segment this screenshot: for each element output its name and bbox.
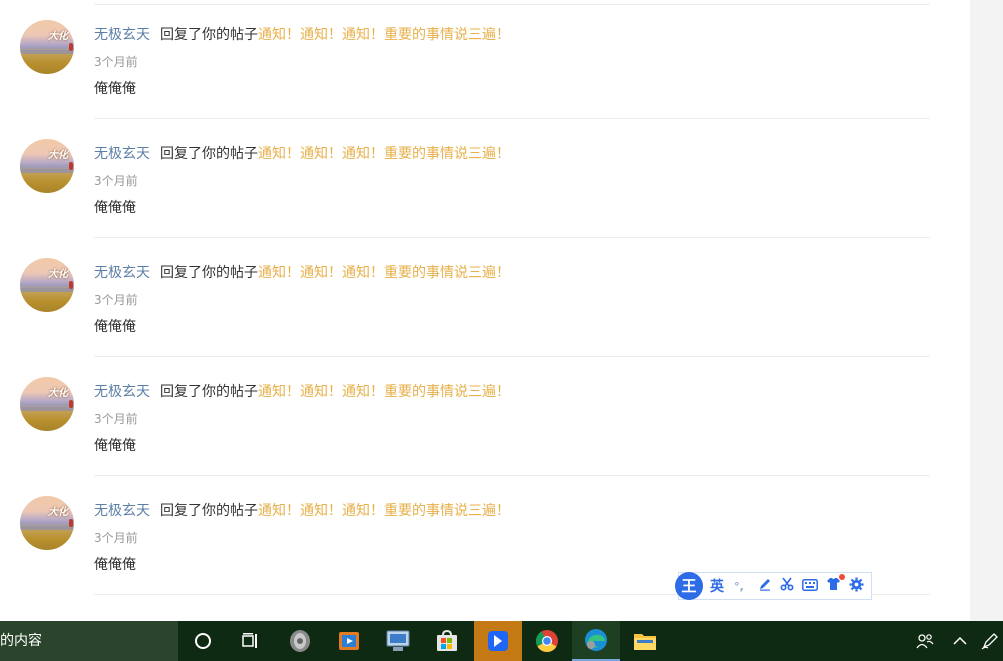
shirt-icon[interactable] — [823, 577, 843, 597]
task-view-icon[interactable] — [227, 621, 275, 661]
reply-content: 俺俺俺 — [94, 319, 136, 335]
media-player-icon[interactable] — [276, 621, 324, 661]
chevron-up-icon[interactable] — [945, 621, 975, 661]
avatar-logo-text: 大化 — [48, 388, 68, 399]
user-link[interactable]: 无极玄天 — [94, 265, 150, 281]
ime-toolbar: 王 英 °, — [675, 572, 872, 600]
avatar[interactable]: 大化 — [20, 377, 74, 431]
scissors-icon[interactable] — [777, 577, 797, 597]
avatar[interactable]: 大化 — [20, 496, 74, 550]
post-link[interactable]: 通知！通知！通知！重要的事情说三遍！ — [258, 503, 510, 519]
ime-mode-toggle[interactable]: 英 — [707, 577, 727, 597]
ime-logo[interactable]: 王 — [675, 572, 703, 600]
remote-desktop-icon[interactable] — [374, 621, 422, 661]
edge-icon[interactable] — [572, 621, 620, 661]
file-explorer-icon[interactable] — [621, 621, 669, 661]
reply-content: 俺俺俺 — [94, 200, 136, 216]
chrome-icon[interactable] — [523, 621, 571, 661]
action-text: 回复了你的帖子 — [160, 27, 258, 43]
notification-item: 大化 无极玄天 回复了你的帖子通知！通知！通知！重要的事情说三遍！ 3个月前 俺俺… — [0, 119, 970, 238]
avatar[interactable]: 大化 — [20, 20, 74, 74]
action-text: 回复了你的帖子 — [160, 146, 258, 162]
user-link[interactable]: 无极玄天 — [94, 27, 150, 43]
user-link[interactable]: 无极玄天 — [94, 146, 150, 162]
timestamp: 3个月前 — [94, 412, 138, 426]
avatar-logo-text: 大化 — [48, 150, 68, 161]
reply-content: 俺俺俺 — [94, 81, 136, 97]
keyboard-icon[interactable] — [800, 577, 820, 597]
timestamp: 3个月前 — [94, 174, 138, 188]
reply-content: 俺俺俺 — [94, 438, 136, 454]
post-link[interactable]: 通知！通知！通知！重要的事情说三遍！ — [258, 384, 510, 400]
user-link[interactable]: 无极玄天 — [94, 384, 150, 400]
notification-item: 大化 无极玄天 回复了你的帖子通知！通知！通知！重要的事情说三遍！ 3个月前 俺俺… — [0, 0, 970, 119]
taskbar: 的内容 — [0, 621, 1003, 661]
action-text: 回复了你的帖子 — [160, 384, 258, 400]
action-text: 回复了你的帖子 — [160, 503, 258, 519]
timestamp: 3个月前 — [94, 293, 138, 307]
cortana-icon[interactable] — [179, 621, 227, 661]
pen-input-icon[interactable] — [975, 621, 1003, 661]
user-link[interactable]: 无极玄天 — [94, 503, 150, 519]
scrollbar-track[interactable] — [970, 0, 1003, 621]
notification-feed: 大化 无极玄天 回复了你的帖子通知！通知！通知！重要的事情说三遍！ 3个月前 俺俺… — [0, 0, 970, 621]
taskbar-search-box[interactable]: 的内容 — [0, 621, 178, 661]
reply-content: 俺俺俺 — [94, 557, 136, 573]
people-icon[interactable] — [910, 621, 940, 661]
store-icon[interactable] — [423, 621, 471, 661]
notification-dot — [839, 574, 845, 580]
pen-icon[interactable] — [755, 577, 775, 597]
post-link[interactable]: 通知！通知！通知！重要的事情说三遍！ — [258, 146, 510, 162]
avatar-logo-text: 大化 — [48, 507, 68, 518]
post-link[interactable]: 通知！通知！通知！重要的事情说三遍！ — [258, 265, 510, 281]
timestamp: 3个月前 — [94, 531, 138, 545]
video-app-icon[interactable] — [325, 621, 373, 661]
avatar-logo-text: 大化 — [48, 269, 68, 280]
gear-icon[interactable] — [846, 577, 866, 597]
action-text: 回复了你的帖子 — [160, 265, 258, 281]
avatar[interactable]: 大化 — [20, 139, 74, 193]
avatar[interactable]: 大化 — [20, 258, 74, 312]
timestamp: 3个月前 — [94, 55, 138, 69]
post-link[interactable]: 通知！通知！通知！重要的事情说三遍！ — [258, 27, 510, 43]
ime-punctuation-toggle[interactable]: °, — [729, 577, 749, 597]
feishu-icon[interactable] — [474, 621, 522, 661]
notification-item: 大化 无极玄天 回复了你的帖子通知！通知！通知！重要的事情说三遍！ 3个月前 俺俺… — [0, 238, 970, 357]
notification-item: 大化 无极玄天 回复了你的帖子通知！通知！通知！重要的事情说三遍！ 3个月前 俺俺… — [0, 357, 970, 476]
avatar-logo-text: 大化 — [48, 31, 68, 42]
